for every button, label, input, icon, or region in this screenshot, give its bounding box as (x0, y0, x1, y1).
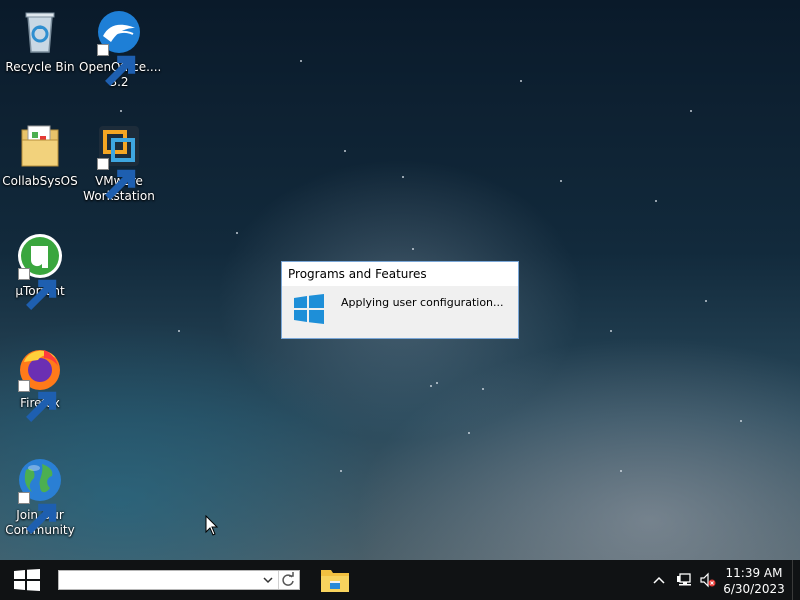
chevron-down-icon[interactable] (261, 573, 275, 587)
windows-logo-icon (294, 294, 324, 324)
taskbar-file-explorer-button[interactable] (312, 560, 358, 600)
refresh-icon[interactable] (278, 571, 297, 589)
desktop-icon-collabsysos[interactable]: CollabSysOS (0, 122, 80, 189)
shortcut-arrow-icon (97, 44, 136, 86)
desktop[interactable]: Recycle Bin OpenOffice.... 3.2 CollabSys… (0, 0, 800, 560)
recycle-bin-icon (25, 12, 55, 53)
desktop-icon-join-our-community[interactable]: Join Our Community (0, 456, 80, 538)
dialog-body: Applying user configuration... (282, 286, 518, 338)
taskbar: 11:39 AM 6/30/2023 (0, 560, 800, 600)
clock-time: 11:39 AM (725, 566, 783, 580)
desktop-icon-openoffice[interactable]: OpenOffice.... 3.2 (79, 8, 161, 90)
tray-volume-button[interactable] (697, 560, 719, 600)
file-explorer-icon (321, 570, 349, 592)
chevron-up-icon (653, 576, 665, 584)
shortcut-arrow-icon (97, 158, 136, 200)
desktop-icon-vmware[interactable]: VMware Workstation (79, 122, 159, 204)
folder-icon (21, 125, 59, 167)
shortcut-arrow-icon (18, 492, 57, 534)
desktop-icon-firefox[interactable]: Firefox (0, 344, 80, 422)
windows-start-icon (14, 569, 40, 591)
clock-date: 6/30/2023 (723, 582, 785, 596)
programs-and-features-dialog: Programs and Features Applying user conf… (281, 261, 519, 339)
volume-muted-icon (700, 572, 716, 588)
desktop-icon-label: CollabSysOS (2, 174, 78, 188)
dialog-title: Programs and Features (282, 262, 518, 286)
start-button[interactable] (0, 560, 54, 600)
taskbar-search-box[interactable] (58, 570, 300, 590)
desktop-icon-label: Recycle Bin (5, 60, 75, 74)
network-icon (677, 573, 691, 586)
desktop-icon-recycle-bin[interactable]: Recycle Bin (0, 8, 80, 75)
search-input[interactable] (61, 572, 257, 588)
tray-network-button[interactable] (674, 560, 696, 600)
shortcut-arrow-icon (18, 268, 57, 310)
tray-show-hidden-icons-button[interactable] (648, 560, 668, 600)
mouse-cursor-icon (205, 515, 219, 536)
show-desktop-button[interactable] (792, 560, 800, 600)
taskbar-clock[interactable]: 11:39 AM 6/30/2023 (722, 565, 786, 597)
desktop-icon-utorrent[interactable]: µTorrent (0, 232, 80, 310)
shortcut-arrow-icon (18, 380, 57, 422)
dialog-message: Applying user configuration... (341, 296, 504, 309)
